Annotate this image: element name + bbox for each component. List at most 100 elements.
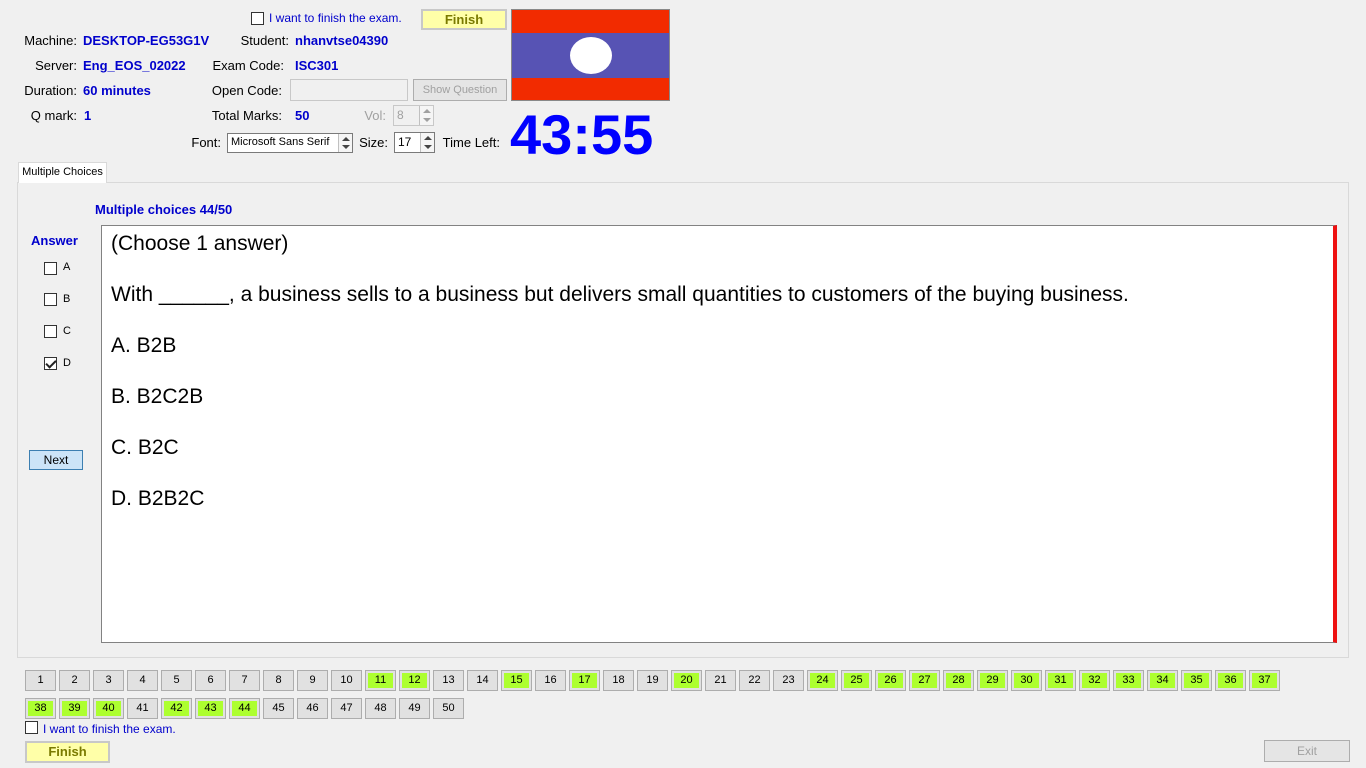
finish-exam-checkbox-bottom[interactable] [25, 721, 38, 734]
question-nav-button[interactable]: 18 [603, 670, 634, 691]
answer-a-label: A [63, 261, 71, 273]
question-nav-button[interactable]: 41 [127, 698, 158, 719]
machine-value: DESKTOP-EG53G1V [83, 33, 210, 48]
show-question-button[interactable]: Show Question [413, 79, 507, 101]
question-nav-button[interactable]: 49 [399, 698, 430, 719]
question-nav-button[interactable]: 14 [467, 670, 498, 691]
time-left-timer: 43:55 [510, 103, 654, 166]
qmark-value: 1 [84, 108, 92, 123]
question-nav-button[interactable]: 26 [875, 670, 906, 691]
option-a: A. B2B [111, 334, 177, 357]
exam-code-value: ISC301 [295, 58, 339, 73]
student-value: nhanvtse04390 [295, 33, 389, 48]
question-nav-button[interactable]: 28 [943, 670, 974, 691]
question-nav-button[interactable]: 21 [705, 670, 736, 691]
question-nav-button[interactable]: 32 [1079, 670, 1110, 691]
size-stepper[interactable]: 17 [394, 132, 435, 153]
volume-stepper[interactable]: 8 [393, 105, 434, 126]
open-code-label: Open Code: [211, 83, 282, 98]
question-nav-button[interactable]: 43 [195, 698, 226, 719]
option-b: B. B2C2B [111, 385, 204, 408]
question-nav-button[interactable]: 46 [297, 698, 328, 719]
question-nav-button[interactable]: 7 [229, 670, 260, 691]
answer-c-label: C [63, 325, 71, 337]
question-nav-button[interactable]: 9 [297, 670, 328, 691]
question-nav-button[interactable]: 34 [1147, 670, 1178, 691]
question-nav-button[interactable]: 20 [671, 670, 702, 691]
answer-a-checkbox[interactable] [44, 262, 57, 275]
finish-exam-label-top: I want to finish the exam. [269, 11, 402, 25]
question-nav-button[interactable]: 47 [331, 698, 362, 719]
finish-exam-checkbox-top[interactable] [251, 12, 264, 25]
question-nav-button[interactable]: 42 [161, 698, 192, 719]
question-nav-button[interactable]: 27 [909, 670, 940, 691]
question-nav-button[interactable]: 22 [739, 670, 770, 691]
question-nav-button[interactable]: 30 [1011, 670, 1042, 691]
question-nav-button[interactable]: 10 [331, 670, 362, 691]
question-nav-row-1: 1 2 3 4 5 6 7 8 9 10 11 12 13 14 15 16 17 18 19 20 21 22 23 24 2… [25, 670, 1280, 691]
machine-label: Machine: [24, 33, 77, 48]
answer-title: Answer [31, 233, 78, 248]
tab-multiple-choices[interactable]: Multiple Choices [18, 162, 107, 183]
answer-c-checkbox[interactable] [44, 325, 57, 338]
question-nav-button[interactable]: 44 [229, 698, 260, 719]
question-content: (Choose 1 answer) With ______, a busines… [101, 225, 1337, 643]
question-nav-button[interactable]: 12 [399, 670, 430, 691]
question-nav-button[interactable]: 36 [1215, 670, 1246, 691]
next-button[interactable]: Next [29, 450, 83, 470]
question-stem: With ______, a business sells to a busin… [111, 283, 1129, 306]
question-nav-button[interactable]: 15 [501, 670, 532, 691]
question-nav-button[interactable]: 33 [1113, 670, 1144, 691]
finish-button-top[interactable]: Finish [421, 9, 507, 30]
question-nav-button[interactable]: 1 [25, 670, 56, 691]
question-nav-button[interactable]: 35 [1181, 670, 1212, 691]
question-nav-button[interactable]: 37 [1249, 670, 1280, 691]
answer-d-checkbox[interactable] [44, 357, 57, 370]
time-left-label: Time Left: [442, 135, 500, 150]
size-value: 17 [398, 135, 412, 149]
volume-spin-icon[interactable] [419, 106, 433, 125]
answer-b-label: B [63, 293, 71, 305]
volume-value: 8 [397, 108, 404, 122]
question-nav-button[interactable]: 17 [569, 670, 600, 691]
question-nav-button[interactable]: 31 [1045, 670, 1076, 691]
question-nav-button[interactable]: 48 [365, 698, 396, 719]
exit-button[interactable]: Exit [1264, 740, 1350, 762]
question-nav-button[interactable]: 11 [365, 670, 396, 691]
answer-b-checkbox[interactable] [44, 293, 57, 306]
question-nav-button[interactable]: 29 [977, 670, 1008, 691]
question-nav-button[interactable]: 5 [161, 670, 192, 691]
question-nav-button[interactable]: 8 [263, 670, 294, 691]
question-nav-button[interactable]: 38 [25, 698, 56, 719]
question-nav-button[interactable]: 24 [807, 670, 838, 691]
question-nav-button[interactable]: 23 [773, 670, 804, 691]
question-nav-button[interactable]: 16 [535, 670, 566, 691]
question-nav-button[interactable]: 50 [433, 698, 464, 719]
question-nav-button[interactable]: 25 [841, 670, 872, 691]
finish-button-bottom[interactable]: Finish [25, 741, 110, 763]
question-nav-button[interactable]: 45 [263, 698, 294, 719]
font-select[interactable]: Microsoft Sans Serif [227, 133, 353, 153]
font-spin-icon[interactable] [338, 134, 352, 152]
option-c: C. B2C [111, 436, 179, 459]
question-nav-button[interactable]: 19 [637, 670, 668, 691]
question-nav-button[interactable]: 13 [433, 670, 464, 691]
question-nav-button[interactable]: 6 [195, 670, 226, 691]
question-nav-button[interactable]: 39 [59, 698, 90, 719]
total-marks-value: 50 [295, 108, 310, 123]
font-label: Font: [191, 135, 221, 150]
size-spin-icon[interactable] [420, 133, 434, 152]
question-instruction: (Choose 1 answer) [111, 232, 289, 255]
question-nav-button[interactable]: 3 [93, 670, 124, 691]
server-value: Eng_EOS_02022 [83, 58, 186, 73]
qmark-label: Q mark: [30, 108, 77, 123]
duration-value: 60 minutes [83, 83, 151, 98]
question-nav-button[interactable]: 40 [93, 698, 124, 719]
font-value: Microsoft Sans Serif [231, 136, 330, 148]
finish-exam-label-bottom: I want to finish the exam. [43, 722, 176, 736]
question-nav-button[interactable]: 4 [127, 670, 158, 691]
size-label: Size: [359, 135, 388, 150]
open-code-field[interactable] [290, 79, 408, 101]
answer-d-label: D [63, 357, 71, 369]
question-nav-button[interactable]: 2 [59, 670, 90, 691]
